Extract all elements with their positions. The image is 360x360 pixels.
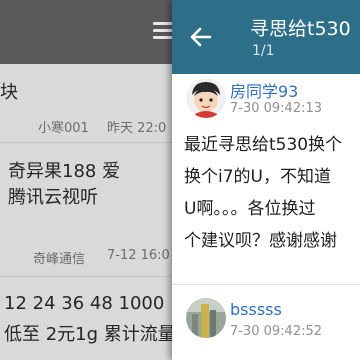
thread-list-header [0,0,172,64]
list-item-time: 7-12 16:0 [107,248,170,263]
list-item-title: 块 [0,82,18,103]
thread-detail-pane: 寻思给t530 1/1 房同学93 7-30 09:42:13 最近寻思给t53… [172,0,360,360]
avatar[interactable] [186,298,226,338]
page-indicator: 1/1 [252,43,275,59]
list-item-title-line2: 腾讯云视听 [8,187,98,208]
list-item-author: 小寒001 [38,121,89,136]
thread-list-pane: 块 小寒001 昨天 22:0 奇异果188 爱 腾讯云视听 奇峰通信 7-12… [0,0,172,360]
post-username[interactable]: bsssss [230,300,282,319]
photo-avatar-icon [186,298,226,338]
post-username[interactable]: 房同学93 [230,78,298,102]
list-item-title-line2: 低至 2元1g 累计流量 [4,324,172,345]
thread-title: 寻思给t530 [250,18,351,40]
divider [172,284,360,285]
avatar[interactable] [186,78,226,118]
list-item-time: 昨天 22:0 [107,121,167,136]
hamburger-menu-icon[interactable] [153,22,172,40]
list-item-author: 奇峰通信 [33,252,86,267]
post-time: 7-30 09:42:13 [230,101,323,116]
list-item-title: 奇异果188 爱 [8,161,121,182]
divider [0,276,172,277]
list-item-title: 12 24 36 48 1000 [4,293,165,314]
post-time: 7-30 09:42:52 [230,324,323,339]
divider [0,142,172,143]
post-content-line: 换个i7的U，不知道 [184,167,331,187]
cartoon-avatar-icon [186,78,226,118]
post-content-line: 个建议呗？感谢感谢 [184,231,337,251]
thread-header: 寻思给t530 1/1 [172,0,360,74]
post-content-line: 最近寻思给t530换个 [184,135,343,155]
arrow-left-icon[interactable] [188,24,214,50]
post-content-line: U啊。。。各位换过 [184,199,316,219]
